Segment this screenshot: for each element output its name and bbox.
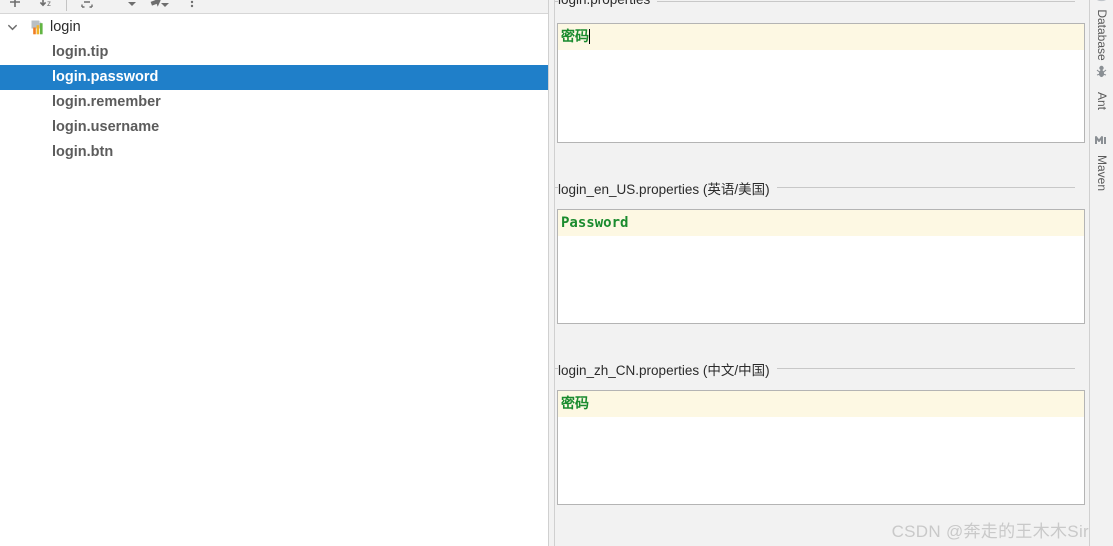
locale-values-panel: login.properties 密码 login_en_US.properti…	[555, 0, 1089, 546]
tree-row-login-password[interactable]: login.password	[0, 65, 548, 90]
locale-section-en-us: login_en_US.properties (英语/美国)	[555, 178, 1089, 200]
value-editor-zh-cn[interactable]: 密码	[557, 390, 1085, 505]
tree-item-label: login.username	[52, 119, 159, 135]
resource-bundle-icon	[30, 19, 47, 36]
tree-item-label: login.tip	[52, 44, 108, 60]
value-text-en-us[interactable]: Password	[558, 210, 1084, 236]
locale-section-title: login.properties	[558, 0, 657, 7]
database-icon	[1094, 0, 1109, 3]
locale-section-header: login_zh_CN.properties (中文/中国)	[555, 359, 1089, 381]
chevron-down-icon[interactable]	[4, 15, 20, 40]
locale-section-header: login_en_US.properties (英语/美国)	[555, 178, 1089, 200]
tool-window-label-database: Database	[1095, 9, 1109, 60]
tree-item-label: login.btn	[52, 144, 113, 160]
tree-row-login-btn[interactable]: login.btn	[0, 140, 548, 165]
tool-window-label-maven: Maven	[1095, 155, 1109, 191]
properties-tree-panel: z	[0, 0, 548, 546]
tool-window-label-ant: Ant	[1095, 92, 1109, 110]
locale-section-zh-cn: login_zh_CN.properties (中文/中国)	[555, 359, 1089, 381]
settings-dropdown-icon[interactable]	[148, 0, 166, 11]
maven-icon	[1094, 132, 1109, 147]
tool-window-button-database[interactable]: Database	[1090, 0, 1113, 62]
value-editor-default[interactable]: 密码	[557, 23, 1085, 143]
value-text-zh-cn[interactable]: 密码	[558, 391, 1084, 417]
right-tool-window-stripe: Database Ant Maven	[1089, 0, 1113, 546]
tree-row-root-login[interactable]: login	[0, 15, 548, 40]
tree-item-label: login.password	[52, 69, 158, 85]
properties-key-tree[interactable]: login login.tip login.password login.rem…	[0, 15, 548, 546]
tree-root-label: login	[50, 15, 81, 40]
tool-window-button-maven[interactable]: Maven	[1090, 130, 1113, 202]
locale-section-header: login.properties	[555, 0, 1089, 14]
group-by-dropdown-icon[interactable]	[123, 0, 141, 11]
tree-row-login-tip[interactable]: login.tip	[0, 40, 548, 65]
svg-text:z: z	[47, 0, 51, 8]
ant-icon	[1094, 64, 1109, 79]
locale-section-default: login.properties	[555, 0, 1089, 14]
locale-section-title: login_en_US.properties (英语/美国)	[558, 178, 777, 198]
csdn-watermark: CSDN @奔走的王木木Sir	[892, 517, 1089, 542]
tree-row-login-username[interactable]: login.username	[0, 115, 548, 140]
toolbar-separator	[66, 0, 67, 11]
more-options-icon[interactable]	[183, 0, 201, 11]
collapse-all-icon[interactable]	[78, 0, 96, 11]
resource-bundle-editor-window: z	[0, 0, 1113, 546]
text-caret	[589, 29, 590, 44]
tree-row-login-remember[interactable]: login.remember	[0, 90, 548, 115]
tree-item-label: login.remember	[52, 94, 161, 110]
value-editor-en-us[interactable]: Password	[557, 209, 1085, 324]
add-property-icon[interactable]	[6, 0, 24, 11]
value-text-default[interactable]: 密码	[558, 24, 1084, 50]
sort-alphabetically-icon[interactable]: z	[38, 0, 56, 11]
tree-toolbar: z	[0, 0, 548, 14]
tool-window-button-ant[interactable]: Ant	[1090, 62, 1113, 124]
locale-section-title: login_zh_CN.properties (中文/中国)	[558, 359, 777, 379]
panel-splitter[interactable]	[548, 0, 555, 546]
